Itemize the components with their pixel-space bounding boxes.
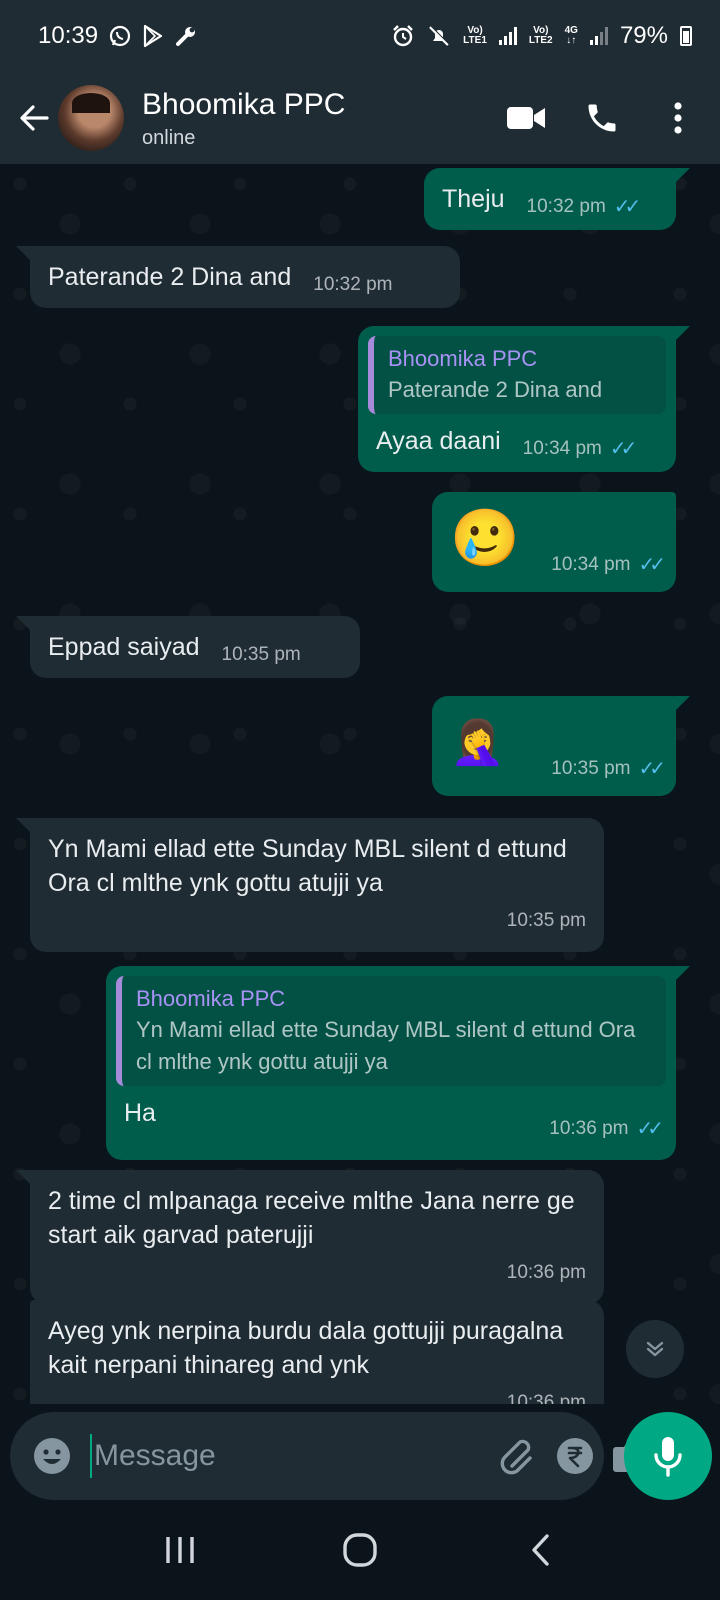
back-nav-button[interactable] (510, 1520, 570, 1580)
message-outgoing[interactable]: Theju 10:32 pm ✓✓ (424, 168, 690, 230)
quoted-message[interactable]: Bhoomika PPC Yn Mami ellad ette Sunday M… (116, 976, 666, 1086)
phone-icon (588, 104, 616, 132)
message-text: Eppad saiyad (48, 633, 200, 661)
attach-button[interactable] (498, 1432, 538, 1480)
more-vertical-icon (674, 102, 682, 134)
microphone-icon (654, 1437, 682, 1477)
network-indicator-2: Vo) LTE2 (528, 25, 553, 46)
mute-icon (429, 25, 450, 46)
status-bar: 10:39 Vo) LTE1 Vo) LTE2 4G ↓↑ 79% (0, 0, 720, 72)
message-time: 10:35 pm (551, 758, 631, 779)
message-text: Ayeg ynk nerpina burdu dala gottujji pur… (48, 1317, 564, 1379)
message-time: 10:36 pm (506, 1262, 586, 1283)
chevron-double-down-icon (646, 1341, 664, 1357)
message-time: 10:34 pm (522, 438, 602, 459)
read-ticks-icon: ✓✓ (613, 196, 641, 218)
message-time: 10:34 pm (551, 554, 631, 575)
message-incoming[interactable]: 2 time cl mlpanaga receive mlthe Jana ne… (16, 1170, 604, 1304)
read-ticks-icon: ✓✓ (638, 758, 665, 780)
signal-icon-2 (589, 27, 608, 45)
quoted-sender: Bhoomika PPC (388, 346, 538, 371)
play-icon (143, 24, 163, 48)
chat-header: Bhoomika PPC online (0, 72, 720, 164)
more-options-button[interactable] (650, 90, 706, 146)
quoted-sender: Bhoomika PPC (136, 986, 286, 1011)
contact-info[interactable]: Bhoomika PPC online (142, 87, 498, 150)
rupee-icon (557, 1438, 593, 1474)
message-compose-bar (10, 1412, 651, 1500)
quoted-text: Paterande 2 Dina and (388, 377, 603, 402)
message-time: 10:36 pm (506, 1392, 586, 1404)
system-navigation-bar (0, 1500, 720, 1600)
message-time: 10:32 pm (526, 196, 606, 217)
message-text: Yn Mami ellad ette Sunday MBL silent d e… (48, 835, 567, 897)
message-incoming[interactable]: Yn Mami ellad ette Sunday MBL silent d e… (16, 818, 604, 952)
message-outgoing-emoji[interactable]: 🤦‍♀️ 10:35 pm ✓✓ (432, 696, 690, 796)
voice-message-button[interactable] (624, 1412, 712, 1500)
message-time: 10:36 pm (549, 1118, 629, 1139)
message-time: 10:32 pm (313, 274, 393, 295)
message-incoming[interactable]: Paterande 2 Dina and 10:32 pm (16, 246, 460, 308)
voice-call-button[interactable] (574, 90, 630, 146)
message-incoming[interactable]: Eppad saiyad 10:35 pm (16, 616, 360, 678)
chat-area[interactable]: Theju 10:32 pm ✓✓ Paterande 2 Dina and 10… (0, 164, 720, 1404)
message-text: 2 time cl mlpanaga receive mlthe Jana ne… (48, 1187, 575, 1249)
whatsapp-icon (109, 25, 131, 47)
wrench-icon (176, 27, 196, 46)
battery-icon (680, 26, 692, 46)
home-icon (343, 1533, 377, 1567)
message-text: Paterande 2 Dina and (48, 263, 292, 291)
chevron-left-icon (532, 1534, 549, 1566)
recent-apps-icon (166, 1537, 194, 1563)
network-indicator-1: Vo) LTE1 (463, 25, 487, 46)
message-outgoing-emoji[interactable]: 🥲 10:34 pm ✓✓ (432, 492, 676, 592)
alarm-icon (393, 25, 414, 47)
paperclip-icon (500, 1439, 532, 1475)
message-outgoing-reply[interactable]: Bhoomika PPC Yn Mami ellad ette Sunday M… (106, 966, 690, 1160)
battery-percent: 79% (619, 22, 668, 49)
quoted-text: Yn Mami ellad ette Sunday MBL silent d e… (136, 1017, 636, 1074)
message-text: Ayaa daani (376, 427, 501, 455)
video-call-button[interactable] (498, 90, 554, 146)
payment-button[interactable] (556, 1432, 594, 1480)
avatar[interactable] (58, 85, 124, 151)
contact-name: Bhoomika PPC (142, 87, 346, 121)
quoted-message[interactable]: Bhoomika PPC Paterande 2 Dina and (368, 336, 666, 414)
emoji-button[interactable] (32, 1432, 72, 1480)
recent-apps-button[interactable] (150, 1520, 210, 1580)
message-incoming[interactable]: Ayeg ynk nerpina burdu dala gottujji pur… (30, 1300, 604, 1404)
message-time: 10:35 pm (221, 644, 301, 665)
home-button[interactable] (330, 1520, 390, 1580)
status-time: 10:39 (38, 22, 99, 49)
message-time: 10:35 pm (506, 910, 586, 931)
message-outgoing-reply[interactable]: Bhoomika PPC Paterande 2 Dina and Ayaa d… (358, 326, 690, 472)
signal-icon (498, 27, 517, 45)
back-button[interactable] (12, 96, 56, 140)
read-ticks-icon: ✓✓ (609, 438, 637, 460)
scroll-to-bottom-button[interactable] (626, 1320, 684, 1378)
contact-status: online (142, 126, 196, 149)
message-text: Theju (442, 185, 505, 213)
arrow-left-icon (20, 105, 49, 131)
data-type-indicator: 4G ↓↑ (564, 25, 578, 46)
read-ticks-icon: ✓✓ (638, 554, 665, 576)
emoji-icon (34, 1438, 70, 1474)
message-input[interactable] (90, 1434, 480, 1478)
read-ticks-icon: ✓✓ (636, 1118, 663, 1140)
video-camera-icon (507, 107, 545, 129)
